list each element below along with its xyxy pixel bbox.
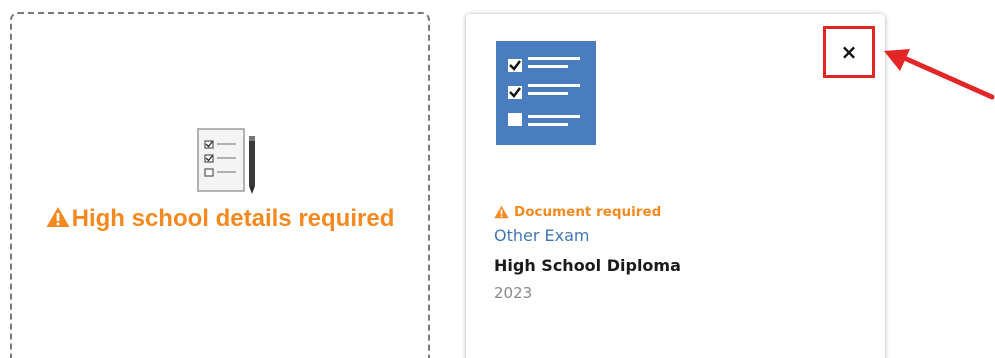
warning-icon bbox=[494, 205, 509, 219]
checklist-clipboard-icon bbox=[197, 128, 255, 194]
document-card: × Document required Other Exam High Scho… bbox=[466, 14, 885, 358]
screen: High school details required × Document … bbox=[0, 0, 995, 358]
high-school-required-text: High school details required bbox=[71, 205, 395, 232]
document-status: Document required bbox=[494, 204, 661, 220]
document-year: 2023 bbox=[494, 284, 533, 302]
warning-icon bbox=[46, 207, 70, 227]
checklist-icon bbox=[496, 41, 596, 145]
exam-type: Other Exam bbox=[494, 226, 590, 245]
add-high-school-details-card[interactable]: High school details required bbox=[10, 12, 430, 358]
close-icon: × bbox=[840, 40, 858, 64]
document-status-text: Document required bbox=[514, 204, 662, 220]
high-school-required-message: High school details required bbox=[12, 205, 428, 232]
annotation-arrow-icon bbox=[884, 49, 995, 100]
remove-document-button[interactable]: × bbox=[823, 26, 875, 78]
document-title: High School Diploma bbox=[494, 256, 681, 275]
